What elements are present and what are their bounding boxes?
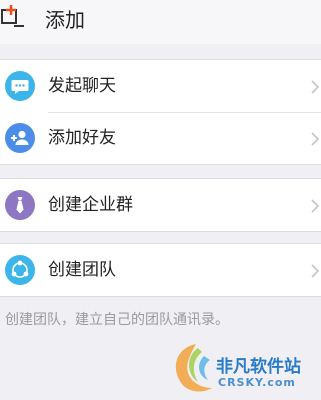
chevron-right-icon — [311, 198, 320, 213]
tie-icon — [5, 190, 35, 220]
menu-group-enterprise: 创建企业群 — [0, 178, 321, 232]
add-friend-label: 添加好友 — [48, 128, 116, 148]
create-group-label: 创建企业群 — [48, 195, 133, 215]
create-group-item[interactable]: 创建企业群 — [0, 179, 321, 231]
chevron-right-icon — [311, 79, 320, 94]
chevron-right-icon — [311, 263, 320, 278]
menu-group-team: 创建团队 — [0, 243, 321, 297]
add-person-icon — [5, 123, 35, 153]
create-team-hint: 创建团队，建立自己的团队通讯录。 — [5, 312, 229, 328]
chat-bubble-icon — [5, 71, 35, 101]
team-network-icon — [5, 255, 35, 285]
header-bar: 添加 — [0, 0, 321, 44]
menu-group-contacts: 发起聊天 添加好友 — [0, 59, 321, 165]
create-team-label: 创建团队 — [48, 260, 116, 280]
watermark-cn-text: 非凡软件站 — [216, 357, 301, 377]
add-friend-item[interactable]: 添加好友 — [0, 112, 321, 164]
create-team-item[interactable]: 创建团队 — [0, 244, 321, 296]
watermark-en-text: CRSKY.com — [218, 376, 296, 389]
chevron-right-icon — [311, 131, 320, 146]
page-title: 添加 — [45, 8, 85, 32]
start-chat-item[interactable]: 发起聊天 — [0, 60, 321, 112]
add-window-icon[interactable] — [0, 2, 26, 30]
start-chat-label: 发起聊天 — [48, 76, 116, 96]
watermark-logo: 非凡软件站 CRSKY.com — [168, 338, 318, 396]
